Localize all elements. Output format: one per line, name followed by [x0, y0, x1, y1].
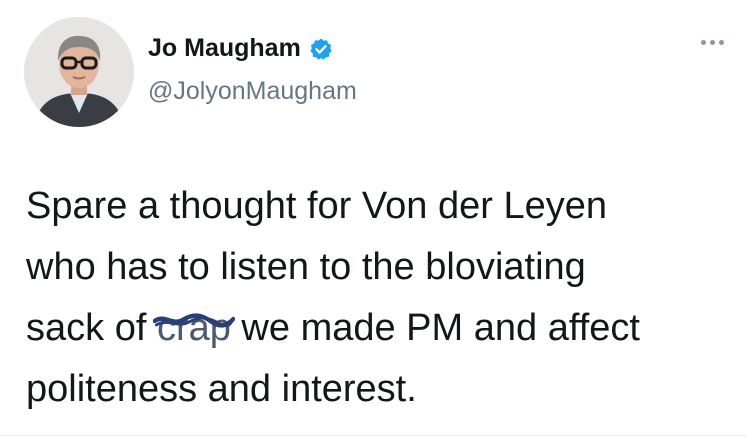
divider	[0, 435, 746, 436]
verified-badge-icon	[309, 38, 332, 60]
author-name-row: Jo Maugham	[148, 34, 333, 63]
author-handle[interactable]: @JolyonMaugham	[148, 77, 357, 106]
tweet-line-1: Spare a thought for Von der Leyen	[26, 185, 607, 227]
tweet-card: Jo Maugham @JolyonMaugham Spare a though…	[0, 0, 746, 438]
tweet-text: Spare a thought for Von der Leyen who ha…	[26, 176, 726, 420]
more-dot	[719, 40, 724, 45]
author-display-name[interactable]: Jo Maugham	[148, 34, 301, 63]
tweet-line-2: who has to listen to the bloviating	[26, 246, 586, 288]
more-dot	[701, 40, 706, 45]
scribbled-word-text: crap	[156, 307, 231, 349]
tweet-line-4: politeness and interest.	[26, 368, 417, 410]
scribbled-word: crap	[152, 298, 235, 359]
more-options-icon[interactable]	[701, 40, 724, 45]
avatar-photo	[24, 17, 134, 127]
tweet-line-3-end: we made PM and affect	[230, 307, 640, 349]
tweet-line-3: sack of crap we made PM and affect	[26, 298, 726, 359]
more-dot	[710, 40, 715, 45]
tweet-line-3-start: sack of	[26, 307, 157, 349]
avatar[interactable]	[24, 17, 134, 127]
